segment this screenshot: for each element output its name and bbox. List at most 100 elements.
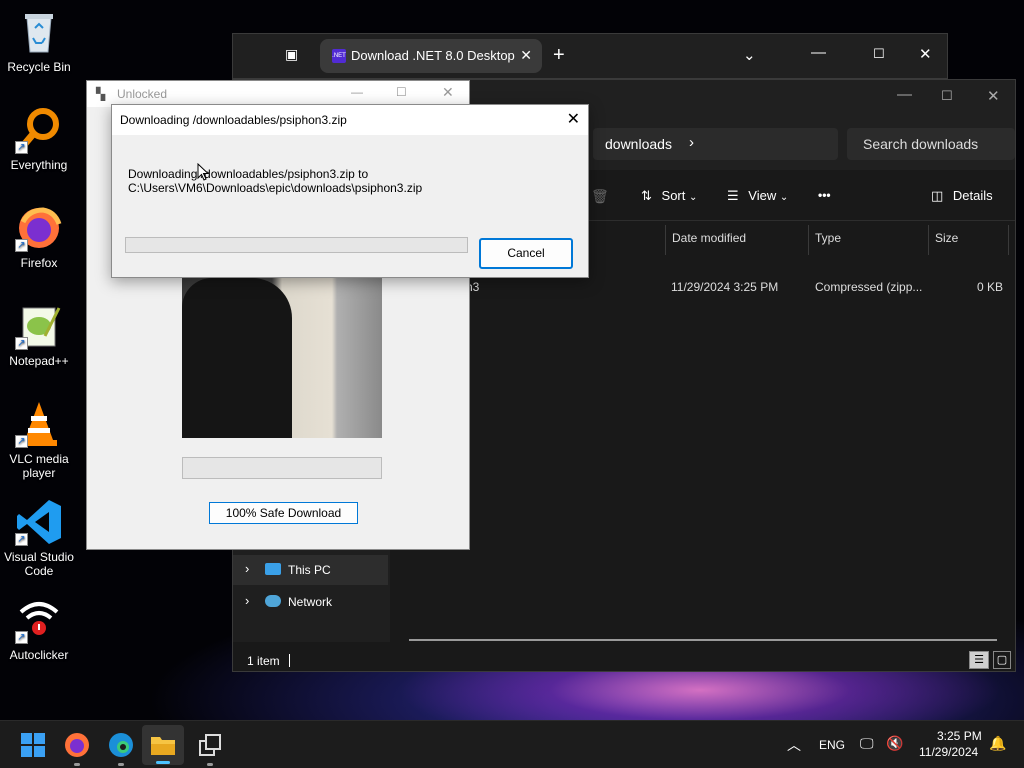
active-indicator xyxy=(156,761,170,764)
breadcrumb-chevron-icon[interactable]: › xyxy=(689,134,694,151)
chevron-down-icon: ⌄ xyxy=(689,192,698,203)
desktop-icon-label: Visual Studio Code xyxy=(4,550,74,578)
horizontal-scrollbar[interactable] xyxy=(409,639,997,641)
shortcut-arrow-icon: ↗ xyxy=(15,337,28,350)
message-line-1: Downloading /downloadables/psiphon3.zip … xyxy=(128,167,369,181)
shortcut-arrow-icon: ↗ xyxy=(15,631,28,644)
app-icon: ▚ xyxy=(96,87,106,101)
column-header-date[interactable]: Date modified xyxy=(665,225,809,255)
close-icon[interactable]: ✕ xyxy=(987,87,1000,105)
details-view-icon[interactable]: ☰ xyxy=(969,651,989,669)
nav-item-network[interactable]: › Network xyxy=(233,587,388,617)
person-figure xyxy=(182,278,292,438)
sort-button[interactable]: ⇅ Sort ⌄ xyxy=(641,188,697,204)
file-type: Compressed (zipp... xyxy=(815,280,923,294)
close-icon[interactable]: ✕ xyxy=(442,84,454,101)
firefox-icon xyxy=(65,733,89,757)
sort-label: Sort xyxy=(661,188,686,203)
search-input[interactable]: Search downloads xyxy=(847,128,1015,160)
view-icon: ☰ xyxy=(727,188,739,203)
details-pane-icon: ◫ xyxy=(931,188,944,203)
tab-title: Download .NET 8.0 Desktop Ru xyxy=(351,48,516,63)
nav-item-this-pc[interactable]: › This PC xyxy=(233,555,388,585)
minimize-icon[interactable]: — xyxy=(351,85,363,99)
close-icon[interactable]: ✕ xyxy=(919,45,932,63)
new-tab-icon[interactable]: + xyxy=(553,44,565,67)
desktop-icon-notepadpp[interactable]: ↗ Notepad++ xyxy=(0,302,78,368)
desktop-icon-label: Everything xyxy=(10,158,68,172)
this-pc-icon xyxy=(265,563,281,575)
desktop-icon-vlc[interactable]: ↗ VLC media player xyxy=(0,400,78,480)
shortcut-arrow-icon: ↗ xyxy=(15,141,28,154)
desktop-icon-everything[interactable]: ↗ Everything xyxy=(0,106,78,172)
minimize-icon[interactable]: — xyxy=(811,44,826,61)
view-button[interactable]: ☰ View ⌄ xyxy=(727,188,788,204)
taskbar: ︿ ENG 🖵 🔇 3:25 PM 11/29/2024 🔔 xyxy=(0,720,1024,768)
taskbar-edge-button[interactable] xyxy=(107,731,135,766)
show-hidden-icons-chevron-icon[interactable]: ︿ xyxy=(787,735,801,755)
chevron-right-icon[interactable]: › xyxy=(245,561,249,576)
browser-tab[interactable]: .NET Download .NET 8.0 Desktop Ru ✕ xyxy=(320,39,542,73)
close-icon[interactable]: ✕ xyxy=(567,109,580,129)
column-header-type[interactable]: Type xyxy=(809,225,929,255)
cancel-button[interactable]: Cancel xyxy=(479,238,573,269)
shortcut-arrow-icon: ↗ xyxy=(15,533,28,546)
edge-icon xyxy=(109,733,133,757)
chevron-right-icon[interactable]: › xyxy=(245,593,249,608)
desktop-icon-vscode[interactable]: ↗ Visual Studio Code xyxy=(0,498,78,578)
promo-image xyxy=(182,278,382,438)
notepadpp-icon: ↗ xyxy=(15,302,63,350)
breadcrumb-downloads[interactable]: downloads xyxy=(605,136,672,152)
chevron-down-icon: ⌄ xyxy=(779,192,789,203)
running-indicator xyxy=(118,763,124,766)
status-divider xyxy=(289,654,290,667)
maximize-icon[interactable]: ☐ xyxy=(396,85,407,99)
details-pane-button[interactable]: ◫ Details xyxy=(931,188,993,204)
desktop-icon-label: Recycle Bin xyxy=(7,60,71,74)
file-size: 0 KB xyxy=(977,280,1004,294)
taskbar-app-button[interactable] xyxy=(196,731,224,766)
address-field[interactable]: downloads › xyxy=(593,128,838,160)
tab-actions-icon[interactable]: ▣ xyxy=(285,46,298,63)
desktop-icon-label: Autoclicker xyxy=(9,648,69,662)
volume-muted-icon[interactable]: 🔇 xyxy=(886,735,903,752)
vscode-icon: ↗ xyxy=(15,498,63,546)
vlc-cone-icon: ↗ xyxy=(15,400,63,448)
dialog-message: Downloading /downloadables/psiphon3.zip … xyxy=(128,167,422,195)
dialog-title: Downloading /downloadables/psiphon3.zip xyxy=(120,113,347,127)
dotnet-favicon-icon: .NET xyxy=(332,49,346,63)
desktop-icon-label: Notepad++ xyxy=(9,354,69,368)
everything-icon: ↗ xyxy=(15,106,63,154)
maximize-icon[interactable]: ☐ xyxy=(941,88,953,104)
nav-item-label: This PC xyxy=(288,563,331,577)
desktop-icon-firefox[interactable]: ↗ Firefox xyxy=(0,204,78,270)
running-indicator xyxy=(207,763,213,766)
desktop-icon-label: Firefox xyxy=(20,256,58,270)
language-indicator[interactable]: ENG xyxy=(819,738,845,752)
notification-bell-icon[interactable]: 🔔 xyxy=(989,735,1006,752)
tab-close-icon[interactable]: ✕ xyxy=(520,47,532,64)
window-title: Unlocked xyxy=(117,87,168,101)
delete-icon[interactable]: 🗑 xyxy=(591,188,609,205)
dialog-titlebar: Downloading /downloadables/psiphon3.zip … xyxy=(112,105,588,135)
desktop-icon-autoclicker[interactable]: ↗ Autoclicker xyxy=(0,596,78,662)
tab-list-chevron-icon[interactable]: ⌄ xyxy=(743,46,756,64)
taskbar-firefox-button[interactable] xyxy=(63,731,91,766)
network-status-icon[interactable]: 🖵 xyxy=(860,735,874,752)
nav-item-label: Network xyxy=(288,595,333,609)
status-item-count: 1 item xyxy=(247,654,280,668)
safe-download-button[interactable]: 100% Safe Download xyxy=(209,502,358,524)
clock-date[interactable]: 11/29/2024 xyxy=(919,745,978,759)
tiles-view-icon[interactable]: ▢ xyxy=(993,651,1011,669)
desktop-icon-label: VLC media player xyxy=(9,452,69,480)
maximize-icon[interactable]: ☐ xyxy=(873,46,885,62)
clock-time[interactable]: 3:25 PM xyxy=(937,729,982,743)
folder-icon xyxy=(151,737,175,755)
desktop-icon-recycle-bin[interactable]: Recycle Bin xyxy=(0,8,78,74)
minimize-icon[interactable]: — xyxy=(897,86,912,103)
taskbar-explorer-button[interactable] xyxy=(142,725,184,765)
column-header-size[interactable]: Size xyxy=(929,225,1009,255)
more-options-button[interactable]: ••• xyxy=(818,188,831,202)
start-button[interactable] xyxy=(19,731,47,759)
view-label: View xyxy=(748,188,777,203)
